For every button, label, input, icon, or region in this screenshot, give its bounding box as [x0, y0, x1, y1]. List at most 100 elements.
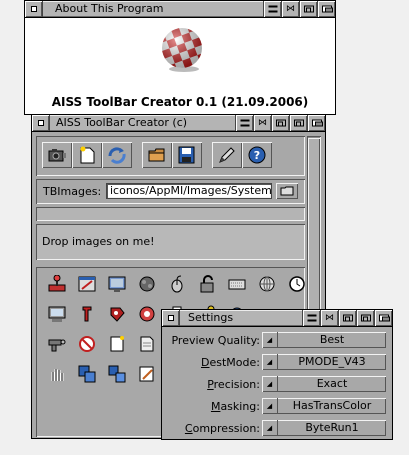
tile-windows-icon[interactable] [78, 365, 96, 383]
cycle-icon: ◢ [262, 398, 278, 414]
compression-value: ByteRun1 [305, 421, 359, 434]
compression-row: Compression: ◢ ByteRun1 [166, 420, 388, 438]
edit-button[interactable] [212, 142, 242, 168]
settings-titlebar[interactable]: Settings ⋈ [162, 310, 392, 327]
jump-icon: ⋈ [286, 4, 295, 14]
preview-quality-row: Preview Quality: ◢ Best [166, 332, 388, 350]
folder-icon [280, 186, 294, 196]
save-button[interactable] [172, 142, 202, 168]
hand-icon[interactable] [48, 365, 66, 383]
snapshot-icon [342, 314, 353, 322]
close-icon [37, 120, 44, 126]
destmode-cycle[interactable]: ◢ PMODE_V43 [262, 354, 386, 370]
new-icon [80, 146, 95, 164]
depth-icon [378, 314, 390, 322]
cascade-windows-icon[interactable] [108, 365, 126, 383]
new-button[interactable] [72, 142, 102, 168]
masking-row: Masking: ◢ HasTransColor [166, 398, 388, 416]
drop-text: Drop images on me! [42, 235, 155, 248]
help-icon: ? [248, 146, 266, 164]
new-document-icon[interactable] [108, 335, 126, 353]
monitor-icon[interactable] [48, 305, 66, 323]
camera-button[interactable] [42, 142, 72, 168]
about-title: About This Program [55, 2, 164, 15]
destmode-value: PMODE_V43 [298, 355, 366, 368]
precision-value: Exact [316, 377, 348, 390]
speaker-icon[interactable] [138, 305, 156, 323]
palette-icon[interactable] [108, 305, 126, 323]
iconify-gadget[interactable] [302, 310, 320, 326]
jump-gadget[interactable]: ⋈ [320, 310, 338, 326]
snapshot-gadget[interactable] [271, 115, 289, 131]
close-gadget[interactable] [32, 115, 50, 131]
close-gadget[interactable] [25, 1, 43, 17]
refresh-icon [108, 147, 126, 164]
jump-gadget[interactable]: ⋈ [253, 115, 271, 131]
masking-value: HasTransColor [292, 399, 372, 412]
main-title: AISS ToolBar Creator (c) [56, 116, 188, 129]
masking-label: Masking: [210, 400, 260, 413]
keyboard-icon[interactable] [228, 275, 246, 293]
pencil-icon [219, 147, 235, 163]
depth-gadget[interactable] [374, 310, 392, 326]
zoom-gadget[interactable] [356, 310, 374, 326]
camera-icon [48, 149, 66, 162]
destmode-label: DestMode: [201, 356, 260, 369]
about-window: About This Program ⋈ AISS ToolBar Creato… [24, 0, 336, 115]
browse-drawer-button[interactable] [276, 183, 298, 199]
snapshot-gadget[interactable] [338, 310, 356, 326]
jump-gadget[interactable]: ⋈ [281, 1, 299, 17]
depth-icon [321, 5, 333, 13]
prefs-window-icon[interactable] [78, 275, 96, 293]
about-caption: AISS ToolBar Creator 0.1 (21.09.2006) [51, 95, 309, 109]
precision-cycle[interactable]: ◢ Exact [262, 376, 386, 392]
tbimages-group: TBImages: iconos/AppMI/Images/System/ [36, 179, 305, 204]
cycle-icon: ◢ [262, 332, 278, 348]
toolbar-group: ? [36, 136, 305, 176]
iconify-icon [268, 5, 277, 13]
compression-cycle[interactable]: ◢ ByteRun1 [262, 420, 386, 436]
preview-quality-cycle[interactable]: ◢ Best [262, 332, 386, 348]
drawer-icon [148, 148, 165, 162]
chip-icon[interactable] [138, 275, 156, 293]
depth-gadget[interactable] [307, 115, 325, 131]
drawer-button[interactable] [142, 142, 172, 168]
iconify-icon [307, 314, 316, 322]
svg-text:?: ? [254, 149, 260, 162]
tbimages-path-input[interactable]: iconos/AppMI/Images/System/ [106, 183, 272, 199]
help-button[interactable]: ? [242, 142, 272, 168]
close-icon [30, 6, 37, 12]
zoom-icon [293, 119, 304, 127]
zoom-gadget[interactable] [299, 1, 317, 17]
destmode-row: DestMode: ◢ PMODE_V43 [166, 354, 388, 372]
preview-quality-value: Best [319, 333, 345, 346]
boing-ball-logo [157, 23, 207, 73]
iconify-gadget[interactable] [235, 115, 253, 131]
padlock-icon[interactable] [198, 275, 216, 293]
drop-area[interactable]: Drop images on me! [36, 224, 305, 260]
cycle-icon: ◢ [262, 420, 278, 436]
gun-icon[interactable] [48, 335, 66, 353]
joystick-icon[interactable] [48, 275, 66, 293]
iconify-gadget[interactable] [263, 1, 281, 17]
precision-label: Precision: [207, 378, 260, 391]
depth-gadget[interactable] [317, 1, 335, 17]
document-icon[interactable] [138, 335, 156, 353]
locale-icon[interactable] [258, 275, 276, 293]
about-titlebar[interactable]: About This Program ⋈ [25, 1, 335, 18]
close-gadget[interactable] [162, 310, 180, 326]
tbimages-label: TBImages: [43, 185, 102, 198]
clock-icon[interactable] [288, 275, 306, 293]
masking-cycle[interactable]: ◢ HasTransColor [262, 398, 386, 414]
screen-icon[interactable] [108, 275, 126, 293]
main-titlebar[interactable]: AISS ToolBar Creator (c) ⋈ [32, 115, 325, 132]
font-icon[interactable] [78, 305, 96, 323]
iconify-icon [240, 119, 249, 127]
mouse-icon[interactable] [168, 275, 186, 293]
zoom-gadget[interactable] [289, 115, 307, 131]
no-entry-icon[interactable] [78, 335, 96, 353]
refresh-button[interactable] [102, 142, 132, 168]
jump-icon: ⋈ [258, 118, 267, 128]
edit-document-icon[interactable] [138, 365, 156, 383]
close-icon [167, 315, 174, 321]
